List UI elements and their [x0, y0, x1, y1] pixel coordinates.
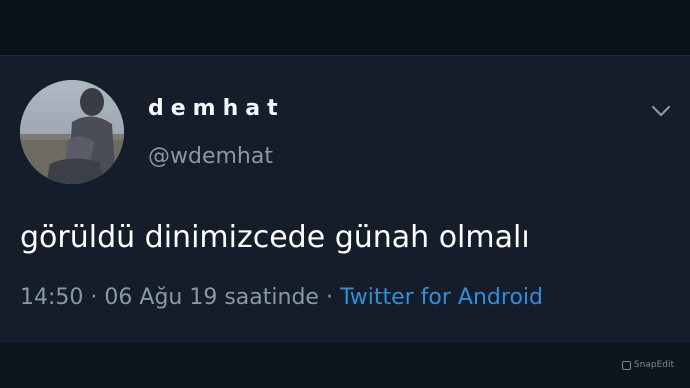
tweet-meta: 14:50 · 06 Ağu 19 saatinde · Twitter for…	[20, 284, 543, 312]
meta-separator: ·	[325, 285, 333, 310]
meta-separator: ·	[90, 285, 98, 310]
tweet-card: demhat @wdemhat görüldü dinimizcede güna…	[0, 56, 690, 342]
snapedit-logo-icon	[621, 360, 631, 370]
avatar-photo	[20, 80, 124, 184]
display-name[interactable]: demhat	[148, 96, 285, 122]
avatar[interactable]	[20, 80, 124, 184]
tweet-time: 14:50	[20, 285, 84, 310]
bottom-bar	[0, 342, 690, 388]
tweet-source-link[interactable]: Twitter for Android	[340, 285, 543, 310]
tweet-screenshot: demhat @wdemhat görüldü dinimizcede güna…	[0, 0, 690, 388]
watermark-text: SnapEdit	[633, 360, 674, 370]
watermark: SnapEdit	[621, 360, 674, 370]
tweet-text: görüldü dinimizcede günah olmalı	[20, 220, 530, 255]
user-handle[interactable]: @wdemhat	[148, 144, 273, 170]
chevron-down-icon[interactable]	[650, 100, 672, 122]
tweet-date: 06 Ağu 19 saatinde	[104, 285, 319, 310]
top-bar	[0, 0, 690, 55]
